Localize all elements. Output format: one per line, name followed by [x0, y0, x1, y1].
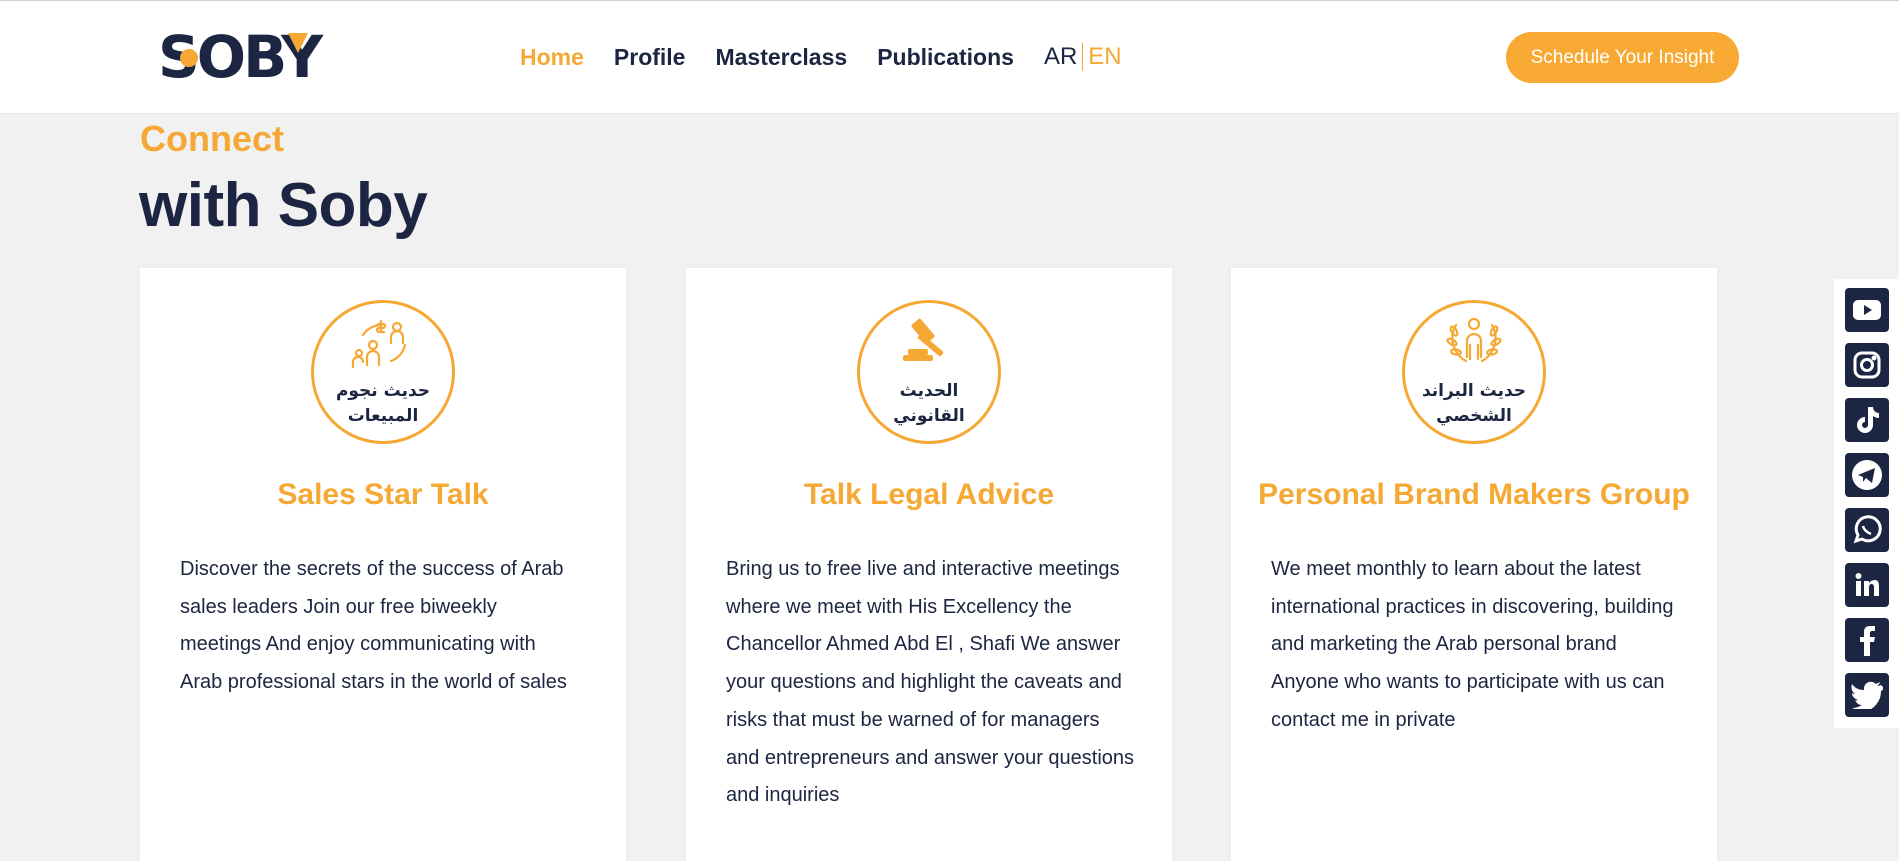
linkedin-icon[interactable] [1845, 563, 1889, 607]
social-sidebar [1834, 279, 1899, 728]
badge-arabic-label: حديث البراند الشخصي [1421, 381, 1527, 426]
card-badge: حديث البراند الشخصي [1402, 300, 1546, 444]
main-nav: Home Profile Masterclass Publications AR… [520, 39, 1122, 75]
nav-publications[interactable]: Publications [877, 44, 1014, 71]
badge-arabic-label: حديث نجوم المبيعات [335, 381, 431, 426]
youtube-icon[interactable] [1845, 288, 1889, 332]
language-switcher: AR EN [1044, 43, 1122, 71]
card-badge: الحديث القانوني [857, 300, 1001, 444]
site-header: SOBY Home Profile Masterclass Publicatio… [0, 0, 1899, 114]
whatsapp-icon[interactable] [1845, 508, 1889, 552]
telegram-icon[interactable] [1845, 453, 1889, 497]
card-title[interactable]: Personal Brand Makers Group [1231, 478, 1717, 512]
lang-ar[interactable]: AR [1044, 43, 1084, 71]
logo-dot-mark [180, 49, 198, 67]
card-badge: حديث نجوم المبيعات [311, 300, 455, 444]
nav-home[interactable]: Home [520, 44, 584, 71]
soby-logo[interactable]: SOBY [158, 28, 323, 86]
section-headline: with Soby [139, 171, 428, 240]
nav-masterclass[interactable]: Masterclass [715, 44, 847, 71]
card-description: We meet monthly to learn about the lates… [1271, 558, 1674, 731]
facebook-icon[interactable] [1845, 618, 1889, 662]
card-description: Bring us to free live and interactive me… [726, 558, 1135, 807]
card-description: Discover the secrets of the success of A… [180, 558, 567, 694]
sales-people-icon [351, 319, 407, 369]
card-title[interactable]: Sales Star Talk [140, 478, 626, 512]
gavel-icon [903, 318, 944, 361]
twitter-icon[interactable] [1845, 673, 1889, 717]
instagram-icon[interactable] [1845, 343, 1889, 387]
sales-star-talk-card[interactable]: حديث نجوم المبيعات Sales Star Talk Disco… [140, 268, 626, 861]
logo-accent-mark [288, 33, 308, 53]
schedule-insight-button[interactable]: Schedule Your Insight [1506, 32, 1739, 83]
laurel-person-icon [1446, 317, 1502, 363]
personal-brand-makers-card[interactable]: حديث البراند الشخصي Personal Brand Maker… [1231, 268, 1717, 861]
section-kicker: Connect [140, 118, 284, 159]
tiktok-icon[interactable] [1845, 398, 1889, 442]
talk-legal-advice-card[interactable]: الحديث القانوني Talk Legal Advice Bring … [686, 268, 1172, 861]
badge-arabic-label: الحديث القانوني [893, 381, 965, 426]
nav-profile[interactable]: Profile [614, 44, 686, 71]
lang-en[interactable]: EN [1083, 43, 1121, 71]
card-title[interactable]: Talk Legal Advice [686, 478, 1172, 512]
